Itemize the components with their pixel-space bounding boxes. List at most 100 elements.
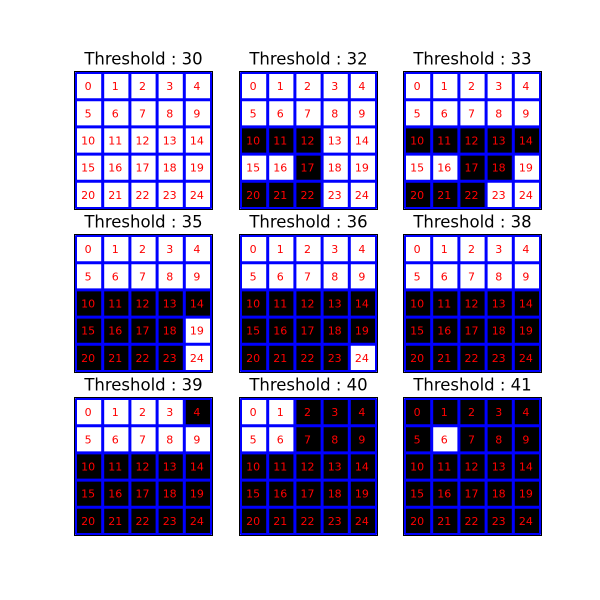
subplot-panel: Threshold : 320 1 2 3 45 6 7 8 910 11 12 13 1415 16 17…	[239, 50, 378, 210]
cell-label: 6	[277, 433, 284, 446]
cell-label: 12	[465, 461, 479, 474]
subplot-title: Threshold : 39	[83, 376, 202, 395]
cell-label: 10	[410, 298, 424, 311]
cell-label: 4	[522, 243, 529, 256]
cell-label: 14	[519, 461, 533, 474]
cell-label: 12	[465, 135, 479, 148]
cell-label: 20	[81, 515, 95, 528]
cell-label: 8	[495, 107, 502, 120]
cell-label: 18	[328, 488, 342, 501]
cell-label: 0	[250, 406, 257, 419]
cell-label: 2	[139, 80, 146, 93]
subplot-title: Threshold : 40	[248, 376, 367, 395]
subplot-panel: Threshold : 380 1 2 3 45 6 7 8 910 11 12 13 1415 16 17…	[403, 213, 542, 373]
cell-label: 0	[414, 243, 421, 256]
cell-label: 3	[495, 406, 502, 419]
cell-label: 18	[492, 488, 506, 501]
cell-label: 19	[355, 325, 369, 338]
subplot-panel: Threshold : 300 1 2 3 45 6 7 8 910 11 12 13 1415 16 17…	[74, 50, 213, 210]
cell-label: 8	[166, 270, 173, 283]
cell-label: 13	[328, 461, 342, 474]
cell-label: 6	[441, 270, 448, 283]
cell-label: 14	[519, 298, 533, 311]
cell-label: 10	[410, 461, 424, 474]
cell-label: 15	[410, 162, 424, 175]
cell-label: 10	[81, 135, 95, 148]
cell-label: 22	[301, 352, 315, 365]
cell-label: 18	[328, 325, 342, 338]
cell-label: 18	[492, 162, 506, 175]
cell-label: 7	[304, 107, 311, 120]
cell-label: 11	[108, 298, 122, 311]
cell-label: 9	[522, 433, 529, 446]
cell-label: 5	[250, 270, 257, 283]
cell-label: 10	[246, 135, 260, 148]
cell-label: 8	[495, 433, 502, 446]
cell-label: 7	[304, 433, 311, 446]
cell-label: 20	[246, 189, 260, 202]
cell-label: 16	[108, 162, 122, 175]
cell-label: 20	[81, 189, 95, 202]
cell-label: 4	[522, 80, 529, 93]
cell-label: 2	[468, 80, 475, 93]
cell-label: 24	[519, 352, 533, 365]
cell-label: 18	[328, 162, 342, 175]
cell-label: 3	[166, 80, 173, 93]
cell-label: 5	[250, 107, 257, 120]
cell-label: 22	[301, 515, 315, 528]
cell-label: 20	[410, 189, 424, 202]
cell-label: 24	[190, 515, 204, 528]
cell-label: 8	[331, 433, 338, 446]
cell-label: 8	[166, 433, 173, 446]
cell-label: 11	[273, 461, 287, 474]
cell-label: 13	[492, 298, 506, 311]
subplot-panel: Threshold : 360 1 2 3 45 6 7 8 910 11 12 13 1415 16 17…	[239, 213, 378, 373]
cell-label: 24	[355, 515, 369, 528]
cell-label: 1	[441, 80, 448, 93]
cell-label: 23	[492, 189, 506, 202]
cell-label: 12	[301, 298, 315, 311]
cell-label: 2	[304, 243, 311, 256]
cell-label: 14	[355, 298, 369, 311]
cell-label: 4	[358, 80, 365, 93]
cell-label: 21	[437, 189, 451, 202]
cell-label: 17	[136, 488, 150, 501]
cell-label: 20	[246, 515, 260, 528]
cell-label: 0	[85, 243, 92, 256]
cell-label: 1	[112, 406, 119, 419]
cell-label: 6	[112, 433, 119, 446]
cell-label: 13	[163, 298, 177, 311]
cell-label: 24	[190, 352, 204, 365]
cell-label: 19	[190, 162, 204, 175]
cell-label: 23	[163, 352, 177, 365]
cell-label: 2	[139, 406, 146, 419]
cell-label: 4	[193, 243, 200, 256]
cell-label: 4	[358, 243, 365, 256]
cell-label: 7	[304, 270, 311, 283]
cell-label: 21	[108, 189, 122, 202]
cell-label: 21	[437, 352, 451, 365]
threshold-figure: Threshold : 300 1 2 3 45 6 7 8 910 11 12 13 1415 16 17…	[74, 50, 542, 536]
cell-label: 7	[139, 270, 146, 283]
cell-label: 3	[166, 243, 173, 256]
cell-label: 22	[136, 352, 150, 365]
cell-label: 17	[136, 325, 150, 338]
subplot-title: Threshold : 41	[412, 376, 531, 395]
cell-label: 19	[355, 488, 369, 501]
subplot-panel: Threshold : 350 1 2 3 45 6 7 8 910 11 12 13 1415 16 17…	[74, 213, 213, 373]
cell-label: 15	[81, 488, 95, 501]
cell-label: 21	[108, 352, 122, 365]
cell-label: 12	[136, 298, 150, 311]
cell-label: 21	[273, 352, 287, 365]
cell-label: 15	[246, 488, 260, 501]
cell-label: 18	[163, 325, 177, 338]
cell-label: 12	[465, 298, 479, 311]
cell-label: 11	[108, 461, 122, 474]
cell-label: 5	[250, 433, 257, 446]
cell-label: 7	[468, 433, 475, 446]
cell-label: 23	[163, 515, 177, 528]
cell-label: 17	[136, 162, 150, 175]
cell-label: 4	[193, 80, 200, 93]
cell-label: 23	[492, 352, 506, 365]
cell-label: 21	[437, 515, 451, 528]
